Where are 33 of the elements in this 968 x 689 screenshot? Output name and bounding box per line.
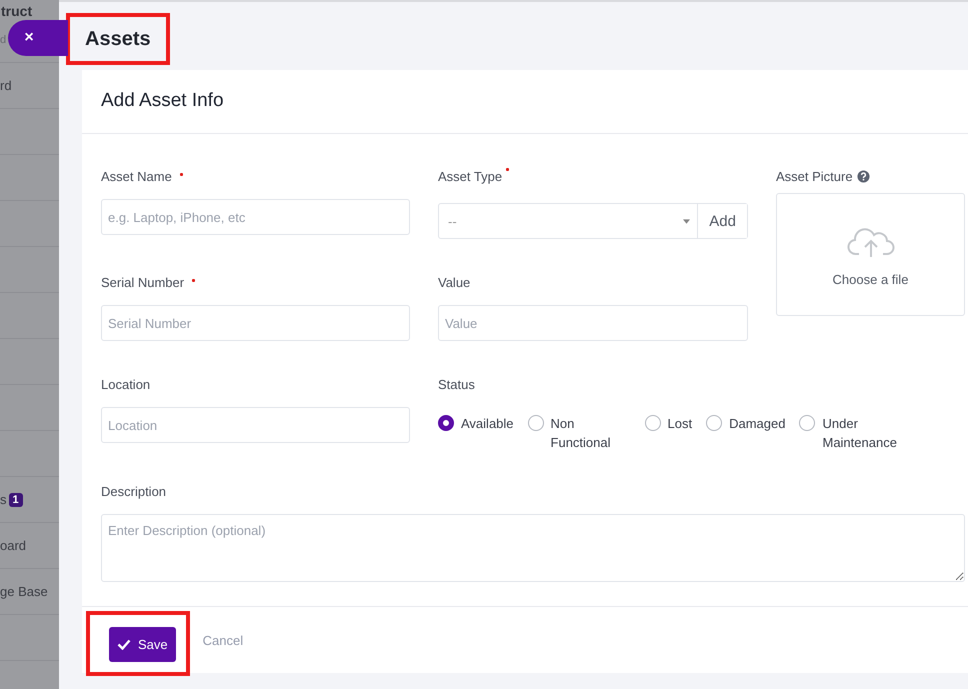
add-button[interactable]: Add [697, 204, 747, 238]
check-icon [117, 638, 131, 650]
field-label: Asset Type [438, 169, 502, 184]
status-radio[interactable]: Lost [644, 415, 692, 433]
close-button[interactable]: × [8, 20, 68, 56]
card-title: Add Asset Info [82, 70, 968, 134]
text-field[interactable]: e.g. Laptop, iPhone, etc [101, 199, 410, 235]
status-radio[interactable]: Under Maintenance [799, 415, 902, 452]
field-label: Serial Number [101, 275, 184, 290]
text-field[interactable]: Location [101, 407, 410, 443]
help-icon[interactable] [856, 170, 870, 183]
field-label: Location [101, 377, 150, 392]
field-label: Asset Picture [776, 169, 853, 184]
save-button[interactable]: Save [109, 626, 176, 662]
field-label: Asset Name [101, 169, 172, 184]
sidebar-title: truct [1, 3, 32, 19]
count-badge: 1 [8, 492, 23, 506]
status-radio[interactable]: Available [438, 415, 514, 433]
sidebar-item[interactable]: ge Base [0, 584, 48, 599]
field-label: Status [438, 377, 475, 392]
sidebar-item[interactable]: s [0, 492, 6, 507]
page-title: Assets [66, 13, 170, 65]
status-radio[interactable]: Non Functional [528, 415, 631, 452]
sidebar-item[interactable]: oard [0, 538, 26, 553]
file-upload-area[interactable]: Choose a file [776, 193, 965, 316]
status-radio[interactable]: Damaged [706, 415, 786, 433]
text-field[interactable]: Serial Number [101, 305, 410, 341]
caret-icon [683, 218, 690, 224]
text-field[interactable]: Value [438, 305, 748, 341]
sidebar-item[interactable]: rd [0, 78, 12, 93]
description-field[interactable]: Enter Description (optional) [101, 514, 965, 582]
field-label: Description [101, 484, 166, 499]
field-label: Value [438, 275, 470, 290]
